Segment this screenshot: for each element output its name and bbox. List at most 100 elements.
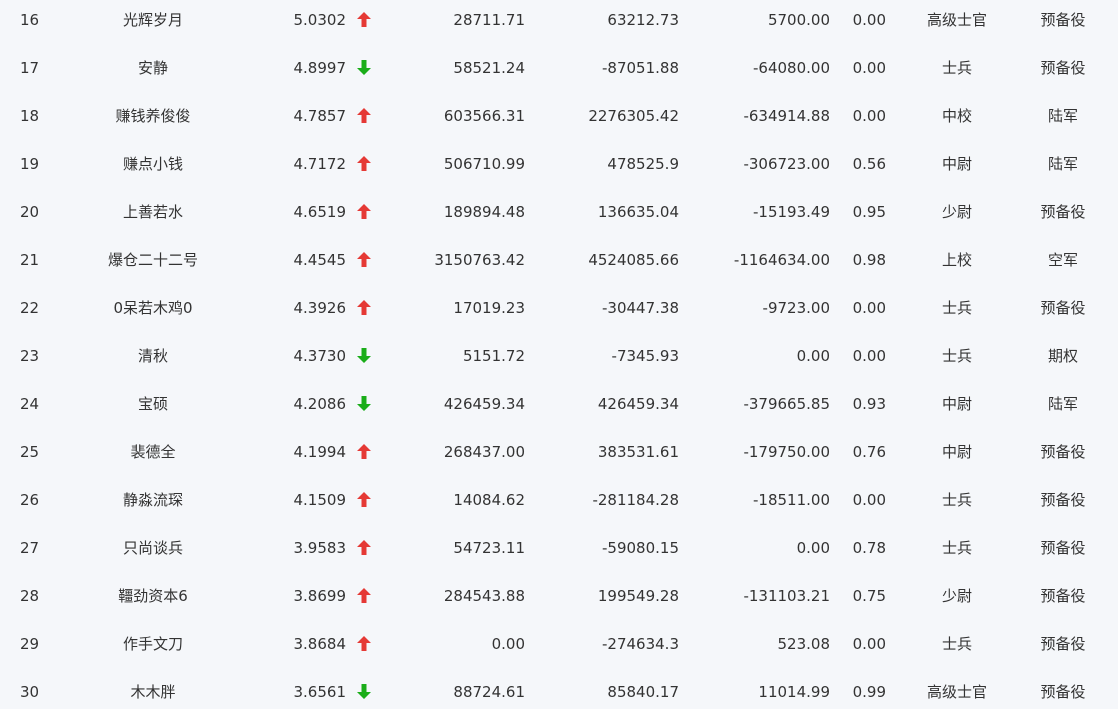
trader-name: 爆仓二十二号 — [107, 251, 198, 269]
trader-name: 光辉岁月 — [122, 11, 183, 29]
ratio-cell: 0.00 — [852, 107, 886, 125]
arrow-up-icon — [355, 240, 373, 288]
score-cell: 4.7172 — [293, 155, 347, 173]
arrow-down-icon — [355, 336, 373, 384]
value-3-cell: -1164634.00 — [733, 251, 830, 269]
score-cell: 5.0302 — [293, 11, 347, 29]
score-cell: 4.4545 — [293, 251, 347, 269]
value-3-cell: 0.00 — [796, 347, 830, 365]
ratio-cell: 0.56 — [852, 155, 886, 173]
value-1-cell: 284543.88 — [443, 587, 525, 605]
value-3-cell: -306723.00 — [743, 155, 830, 173]
table-row[interactable]: 16 光辉岁月 5.0302 28711.71 63212.73 5700.00 0.00 高… — [0, 0, 1118, 48]
value-2-cell: 136635.04 — [597, 203, 679, 221]
table-row[interactable]: 17 安静 4.8997 58521.24 -87051.88 -64080.00 0.00… — [0, 48, 1118, 96]
service-branch: 预备役 — [1040, 635, 1086, 653]
value-2-cell: -274634.3 — [602, 635, 679, 653]
table-row[interactable]: 27 只尚谈兵 3.9583 54723.11 -59080.15 0.00 0.78 士兵 预… — [0, 528, 1118, 576]
military-rank: 上校 — [941, 251, 972, 269]
rank-cell: 19 — [20, 155, 40, 173]
value-3-cell: -9723.00 — [762, 299, 830, 317]
trader-name: 木木胖 — [130, 683, 176, 701]
table-row[interactable]: 21 爆仓二十二号 4.4545 3150763.42 4524085.66 -11646… — [0, 240, 1118, 288]
service-branch: 陆军 — [1047, 395, 1078, 413]
value-1-cell: 3150763.42 — [434, 251, 525, 269]
value-1-cell: 426459.34 — [443, 395, 525, 413]
value-2-cell: -59080.15 — [602, 539, 679, 557]
arrow-up-icon — [355, 144, 373, 192]
arrow-down-icon — [355, 384, 373, 432]
trader-name: 赚点小钱 — [122, 155, 183, 173]
value-3-cell: -18511.00 — [753, 491, 830, 509]
service-branch: 陆军 — [1047, 107, 1078, 125]
rank-cell: 30 — [20, 683, 40, 701]
value-3-cell: 523.08 — [777, 635, 831, 653]
service-branch: 预备役 — [1040, 203, 1086, 221]
service-branch: 空军 — [1047, 251, 1078, 269]
ratio-cell: 0.98 — [852, 251, 886, 269]
ratio-cell: 0.99 — [852, 683, 886, 701]
ratio-cell: 0.75 — [852, 587, 886, 605]
score-cell: 3.6561 — [293, 683, 347, 701]
trader-name: 只尚谈兵 — [122, 539, 183, 557]
table-row[interactable]: 22 0呆若木鸡0 4.3926 17019.23 -30447.38 -9723.00 0… — [0, 288, 1118, 336]
score-cell: 4.1509 — [293, 491, 347, 509]
value-2-cell: 2276305.42 — [588, 107, 679, 125]
score-cell: 4.7857 — [293, 107, 347, 125]
value-1-cell: 17019.23 — [453, 299, 525, 317]
value-3-cell: -131103.21 — [743, 587, 830, 605]
trader-name: 安静 — [137, 59, 168, 77]
value-2-cell: -87051.88 — [602, 59, 679, 77]
score-cell: 4.8997 — [293, 59, 347, 77]
trader-name: 作手文刀 — [122, 635, 183, 653]
ratio-cell: 0.78 — [852, 539, 886, 557]
table-row[interactable]: 29 作手文刀 3.8684 0.00 -274634.3 523.08 0.00 士兵 预备役 — [0, 624, 1118, 672]
trader-name: 宝硕 — [137, 395, 168, 413]
military-rank: 士兵 — [941, 347, 972, 365]
ratio-cell: 0.76 — [852, 443, 886, 461]
trader-name: 裴德全 — [130, 443, 176, 461]
value-3-cell: 5700.00 — [767, 11, 830, 29]
table-row[interactable]: 26 静淼流琛 4.1509 14084.62 -281184.28 -18511.00 0… — [0, 480, 1118, 528]
table-row[interactable]: 25 裴德全 4.1994 268437.00 383531.61 -179750.00 0… — [0, 432, 1118, 480]
service-branch: 预备役 — [1040, 587, 1086, 605]
value-3-cell: -15193.49 — [753, 203, 830, 221]
military-rank: 中尉 — [941, 155, 972, 173]
table-row[interactable]: 20 上善若水 4.6519 189894.48 136635.04 -15193.49 0… — [0, 192, 1118, 240]
table-row[interactable]: 19 赚点小钱 4.7172 506710.99 478525.9 -306723.00 0… — [0, 144, 1118, 192]
rank-cell: 22 — [20, 299, 40, 317]
military-rank: 少尉 — [941, 203, 972, 221]
arrow-down-icon — [355, 48, 373, 96]
arrow-down-icon — [355, 672, 373, 709]
rank-cell: 18 — [20, 107, 40, 125]
table-row[interactable]: 23 清秋 4.3730 5151.72 -7345.93 0.00 0.00 士兵 期权 — [0, 336, 1118, 384]
service-branch: 预备役 — [1040, 11, 1086, 29]
score-cell: 3.8699 — [293, 587, 347, 605]
score-cell: 4.2086 — [293, 395, 347, 413]
trader-name: 韁劲资本6 — [118, 587, 188, 605]
military-rank: 高级士官 — [926, 683, 987, 701]
service-branch: 陆军 — [1047, 155, 1078, 173]
arrow-up-icon — [355, 0, 373, 48]
arrow-up-icon — [355, 576, 373, 624]
arrow-up-icon — [355, 96, 373, 144]
value-1-cell: 88724.61 — [453, 683, 525, 701]
score-cell: 4.1994 — [293, 443, 347, 461]
rank-cell: 21 — [20, 251, 40, 269]
rank-cell: 23 — [20, 347, 40, 365]
value-1-cell: 58521.24 — [453, 59, 525, 77]
table-row[interactable]: 18 赚钱养俊俊 4.7857 603566.31 2276305.42 -634914.… — [0, 96, 1118, 144]
table-row[interactable]: 24 宝硕 4.2086 426459.34 426459.34 -379665.85 0.… — [0, 384, 1118, 432]
rank-cell: 28 — [20, 587, 40, 605]
table-row[interactable]: 28 韁劲资本6 3.8699 284543.88 199549.28 -131103.2… — [0, 576, 1118, 624]
military-rank: 士兵 — [941, 635, 972, 653]
value-1-cell: 603566.31 — [443, 107, 525, 125]
score-cell: 3.8684 — [293, 635, 347, 653]
table-row[interactable]: 30 木木胖 3.6561 88724.61 85840.17 11014.99 0.99 高… — [0, 672, 1118, 709]
value-3-cell: -634914.88 — [743, 107, 830, 125]
ranking-table: 16 光辉岁月 5.0302 28711.71 63212.73 5700.00 0.00 高… — [0, 0, 1118, 709]
military-rank: 士兵 — [941, 539, 972, 557]
value-1-cell: 54723.11 — [453, 539, 525, 557]
value-2-cell: 63212.73 — [607, 11, 679, 29]
arrow-up-icon — [355, 528, 373, 576]
